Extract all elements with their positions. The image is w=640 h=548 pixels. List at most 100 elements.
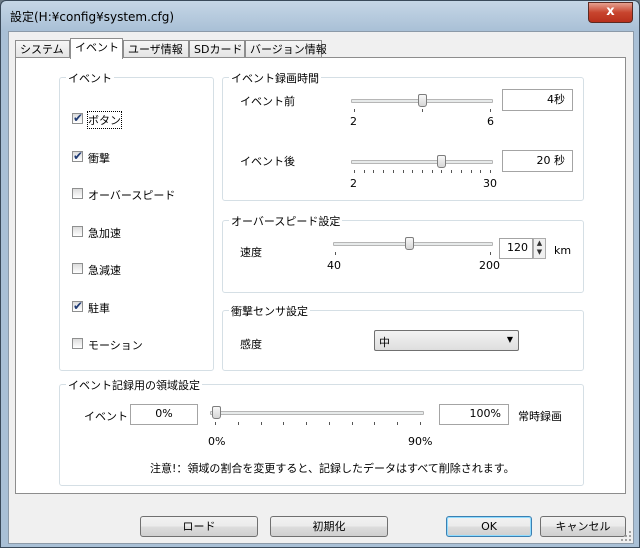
checkbox-label: オーバースピード: [88, 189, 176, 202]
check-icon: ✔: [73, 149, 84, 163]
slider-tick: [328, 422, 330, 425]
slider-tick: [422, 170, 423, 173]
before-value-field[interactable]: 4秒: [502, 89, 573, 111]
load-button[interactable]: ロード: [140, 516, 258, 537]
area-event-value: 0%: [130, 404, 198, 425]
slider-tick: [470, 170, 472, 173]
check-icon: ✔: [73, 111, 84, 125]
cancel-button[interactable]: キャンセル: [540, 516, 626, 537]
tab-version-info[interactable]: バージョン情報: [245, 40, 327, 58]
slider-tick: [260, 422, 262, 425]
after-value-field[interactable]: 20 秒: [502, 150, 573, 172]
area-min-label: 0%: [208, 435, 226, 448]
slider-tick: [373, 170, 375, 173]
slider-tick: [490, 109, 491, 112]
slider-tick: [374, 422, 376, 425]
slider-tick: [490, 252, 491, 255]
checkbox-label: モーション: [88, 339, 143, 352]
slider-tick: [402, 170, 404, 173]
settings-window: 設定(H:¥config¥system.cfg) x システム イベント ユーザ…: [0, 0, 640, 548]
speed-max-label: 200: [479, 259, 500, 272]
after-slider-thumb[interactable]: [437, 155, 446, 168]
title-bar[interactable]: 設定(H:¥config¥system.cfg) x: [1, 1, 639, 31]
always-record-label: 常時録画: [518, 410, 562, 423]
slider-tick: [422, 109, 423, 112]
speed-unit-label: km: [554, 244, 572, 257]
slider-tick: [283, 422, 285, 425]
checkbox-label: 急減速: [88, 264, 121, 277]
checkbox-box[interactable]: [72, 338, 83, 349]
area-warning-note: 注意!：領域の割合を変更すると、記録したデータはすべて削除されます。: [150, 462, 515, 475]
before-label: イベント前: [240, 95, 295, 108]
checkbox-box[interactable]: ✔: [72, 111, 84, 125]
sensitivity-select[interactable]: 中 ▼: [374, 330, 519, 351]
slider-tick: [490, 170, 491, 173]
slider-tick: [354, 170, 355, 173]
tab-event[interactable]: イベント: [70, 38, 123, 59]
checkbox-label: ボタン: [87, 111, 122, 129]
shock-title: 衝撃センサ設定: [229, 303, 310, 319]
area-slider-thumb[interactable]: [212, 406, 221, 419]
after-slider-track[interactable]: [351, 160, 493, 164]
slider-tick: [397, 422, 399, 425]
checkbox-box[interactable]: [72, 226, 83, 237]
ok-button[interactable]: OK: [446, 516, 532, 537]
after-label: イベント後: [240, 155, 295, 168]
sensitivity-value: 中: [379, 336, 390, 349]
check-icon: ✔: [73, 299, 84, 313]
speed-min-label: 40: [327, 259, 341, 272]
slider-tick: [431, 170, 433, 173]
slider-tick: [351, 422, 353, 425]
after-min-label: 2: [350, 177, 357, 190]
checkbox-box[interactable]: [72, 188, 83, 199]
slider-tick: [392, 170, 394, 173]
window-title: 設定(H:¥config¥system.cfg): [10, 10, 175, 24]
slider-tick: [237, 422, 239, 425]
slider-tick: [460, 170, 462, 173]
speed-label: 速度: [240, 246, 262, 259]
overspeed-title: オーバースピード設定: [229, 213, 343, 229]
checkbox-box[interactable]: ✔: [72, 299, 84, 313]
slider-tick: [363, 170, 365, 173]
speed-spinner[interactable]: ▲ ▼: [533, 238, 546, 259]
area-title: イベント記録用の領域設定: [66, 377, 202, 393]
checkbox-box[interactable]: ✔: [72, 149, 84, 163]
before-min-label: 2: [350, 115, 357, 128]
record-time-title: イベント録画時間: [229, 70, 321, 86]
after-max-label: 30: [483, 177, 497, 190]
slider-tick: [420, 422, 421, 425]
shock-group: 衝撃センサ設定 感度 中 ▼: [222, 303, 584, 371]
dialog-client: システム イベント ユーザ情報 SDカード バージョン情報 イベント ✔ ボタン…: [8, 31, 634, 544]
area-slider-track[interactable]: [210, 411, 424, 415]
before-slider-thumb[interactable]: [418, 94, 427, 107]
spin-down-icon[interactable]: ▼: [534, 248, 545, 257]
checkbox-box[interactable]: [72, 263, 83, 274]
slider-tick: [383, 170, 385, 173]
area-max-label: 90%: [408, 435, 433, 448]
speed-value-field[interactable]: 120: [499, 238, 533, 259]
tab-sd-card[interactable]: SDカード: [189, 40, 245, 58]
sensitivity-label: 感度: [240, 338, 262, 351]
speed-slider-thumb[interactable]: [405, 237, 414, 250]
slider-tick: [335, 252, 336, 255]
slider-tick: [441, 170, 443, 173]
spin-up-icon[interactable]: ▲: [534, 239, 545, 248]
record-time-group: イベント録画時間 イベント前 2 6 4秒 イベント後 2 30 20 秒: [222, 70, 584, 201]
tab-system[interactable]: システム: [15, 40, 70, 58]
checkbox-label: 駐車: [88, 302, 110, 315]
close-button[interactable]: x: [588, 2, 633, 23]
area-group: イベント記録用の領域設定 イベント 0% 0% 90% 100% 常時録画 注意…: [59, 377, 584, 486]
chevron-down-icon: ▼: [506, 335, 513, 344]
checkbox-label: 急加速: [88, 227, 121, 240]
event-group: イベント ✔ ボタン ✔ 衝撃 オーバースピード 急加速 急減速 ✔ 駐車 モー…: [59, 70, 214, 371]
resize-grip-icon[interactable]: [620, 530, 632, 542]
before-max-label: 6: [487, 115, 494, 128]
checkbox-label: 衝撃: [88, 152, 110, 165]
slider-tick: [354, 109, 355, 112]
slider-tick: [215, 422, 216, 425]
tab-user-info[interactable]: ユーザ情報: [123, 40, 189, 58]
slider-tick: [451, 170, 453, 173]
initialize-button[interactable]: 初期化: [270, 516, 388, 537]
event-tab-panel: イベント ✔ ボタン ✔ 衝撃 オーバースピード 急加速 急減速 ✔ 駐車 モー…: [15, 57, 626, 494]
event-group-title: イベント: [66, 70, 114, 86]
